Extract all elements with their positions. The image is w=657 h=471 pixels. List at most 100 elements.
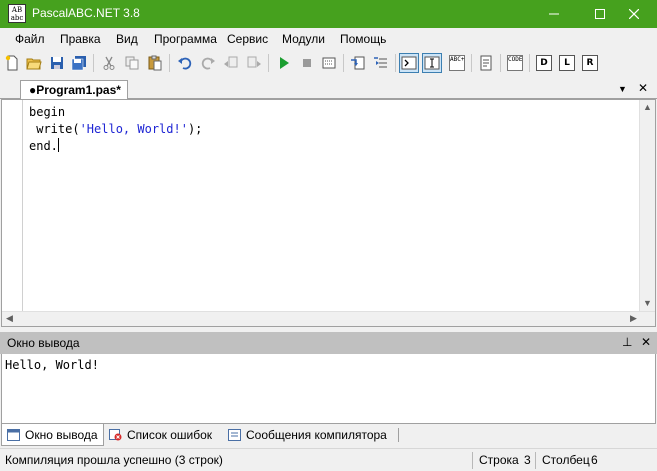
output-panel-header: Окно вывода ⊥ ✕ [0,332,657,354]
doc-r-label: R [586,58,594,68]
doc-r-icon: R [582,55,598,71]
menu-modules[interactable]: Модули [282,32,325,46]
doc-d-icon: D [536,55,552,71]
line-value: 3 [524,453,531,467]
code-write-call: write( [29,122,80,136]
menu-file[interactable]: Файл [15,32,45,46]
debug-button[interactable] [319,53,339,73]
input-window-button[interactable] [422,53,442,73]
tab-output-window-label: Окно вывода [25,427,98,442]
doc-d-label: D [540,58,548,68]
menu-service[interactable]: Сервис [227,32,268,46]
close-tab-button[interactable]: ✕ [638,81,648,95]
format-code-button[interactable]: ABC+ [447,53,467,73]
save-all-button[interactable] [69,53,89,73]
tab-divider [398,428,399,442]
save-button[interactable] [47,53,67,73]
compiler-messages-icon [228,429,241,441]
bottom-tab-strip: Окно вывода Список ошибок Сообщения комп… [0,424,657,446]
maximize-icon [595,9,605,19]
run-button[interactable] [274,53,294,73]
code-line-3: end. [29,138,202,155]
code-template-button[interactable] [476,53,496,73]
step-into-icon [351,56,365,70]
title-bar: AB abc PascalABC.NET 3.8 [0,0,657,28]
paste-button[interactable] [145,53,165,73]
code-line-1: begin [29,105,66,119]
menu-help[interactable]: Помощь [340,32,386,46]
navigate-forward-button[interactable] [244,53,264,73]
output-text: Hello, World! [5,358,99,372]
save-icon [51,57,63,69]
abc-format-icon: ABC+ [449,55,465,71]
output-window-icon [7,428,20,441]
run-icon [280,57,289,69]
open-folder-icon [26,58,42,70]
code-editor[interactable]: begin write('Hello, World!'); end. ▲ ▼ ◀ … [1,99,656,327]
step-over-icon [374,57,387,68]
undo-icon [178,57,192,70]
scroll-up-icon[interactable]: ▲ [643,102,652,112]
tab-program1[interactable]: ●Program1.pas* [20,80,128,100]
pin-icon[interactable]: ⊥ [622,335,632,349]
doc-r-button[interactable]: R [580,53,600,73]
step-over-button[interactable] [371,53,391,73]
document-tab-strip: ●Program1.pas* ▼ ✕ [0,78,657,100]
code-end: end. [29,139,58,153]
cut-button[interactable] [99,53,119,73]
new-file-icon [5,55,18,71]
column-value: 6 [591,453,598,467]
error-list-icon [109,429,122,441]
debug-icon [322,57,336,69]
paste-icon [148,55,162,71]
menu-edit[interactable]: Правка [60,32,101,46]
vertical-scrollbar[interactable]: ▲ ▼ [639,100,655,312]
code-icon: CODE [507,55,523,71]
gutter-divider [22,100,23,312]
scroll-right-icon[interactable]: ▶ [630,313,637,324]
app-icon: AB abc [8,4,26,23]
stop-button[interactable] [297,53,317,73]
redo-button[interactable] [198,53,218,73]
window-title: PascalABC.NET 3.8 [32,6,140,20]
open-button[interactable] [24,53,44,73]
navigate-forward-icon [247,56,261,68]
tab-error-list[interactable]: Список ошибок [104,424,217,446]
scroll-down-icon[interactable]: ▼ [643,298,652,308]
tab-list-dropdown[interactable]: ▼ [618,84,627,94]
new-file-button[interactable] [2,53,22,73]
input-window-icon [424,56,440,70]
menu-program[interactable]: Программа [154,32,217,46]
horizontal-scrollbar[interactable]: ◀ ▶ [2,311,655,326]
status-bar: Компиляция прошла успешно (3 строк) Стро… [0,448,657,471]
undo-button[interactable] [175,53,195,73]
output-window-button[interactable] [399,53,419,73]
doc-l-button[interactable]: L [557,53,577,73]
navigate-back-button[interactable] [221,53,241,73]
code-button[interactable]: CODE [505,53,525,73]
copy-icon [125,56,139,70]
copy-button[interactable] [122,53,142,73]
minimize-button[interactable] [531,0,577,28]
line-label: Строка [479,453,519,467]
text-caret [57,138,59,152]
save-all-icon [71,56,86,71]
code-content[interactable]: begin write('Hello, World!'); end. [29,104,202,155]
menu-view[interactable]: Вид [116,32,138,46]
tab-output-window[interactable]: Окно вывода [1,424,104,446]
code-line-2: write('Hello, World!'); [29,121,202,138]
tab-compiler-messages[interactable]: Сообщения компилятора [223,424,392,446]
doc-d-button[interactable]: D [534,53,554,73]
step-into-button[interactable] [348,53,368,73]
close-button[interactable] [611,0,657,28]
close-icon [629,9,639,19]
tab-error-list-label: Список ошибок [127,428,213,442]
doc-l-label: L [564,58,570,68]
cut-icon [103,56,115,70]
output-panel[interactable]: Hello, World! [1,354,656,424]
scroll-left-icon[interactable]: ◀ [6,313,13,324]
status-message: Компиляция прошла успешно (3 строк) [5,453,223,467]
close-output-button[interactable]: ✕ [641,335,651,349]
code-close-paren: ); [187,122,203,136]
output-panel-title: Окно вывода [7,336,80,350]
